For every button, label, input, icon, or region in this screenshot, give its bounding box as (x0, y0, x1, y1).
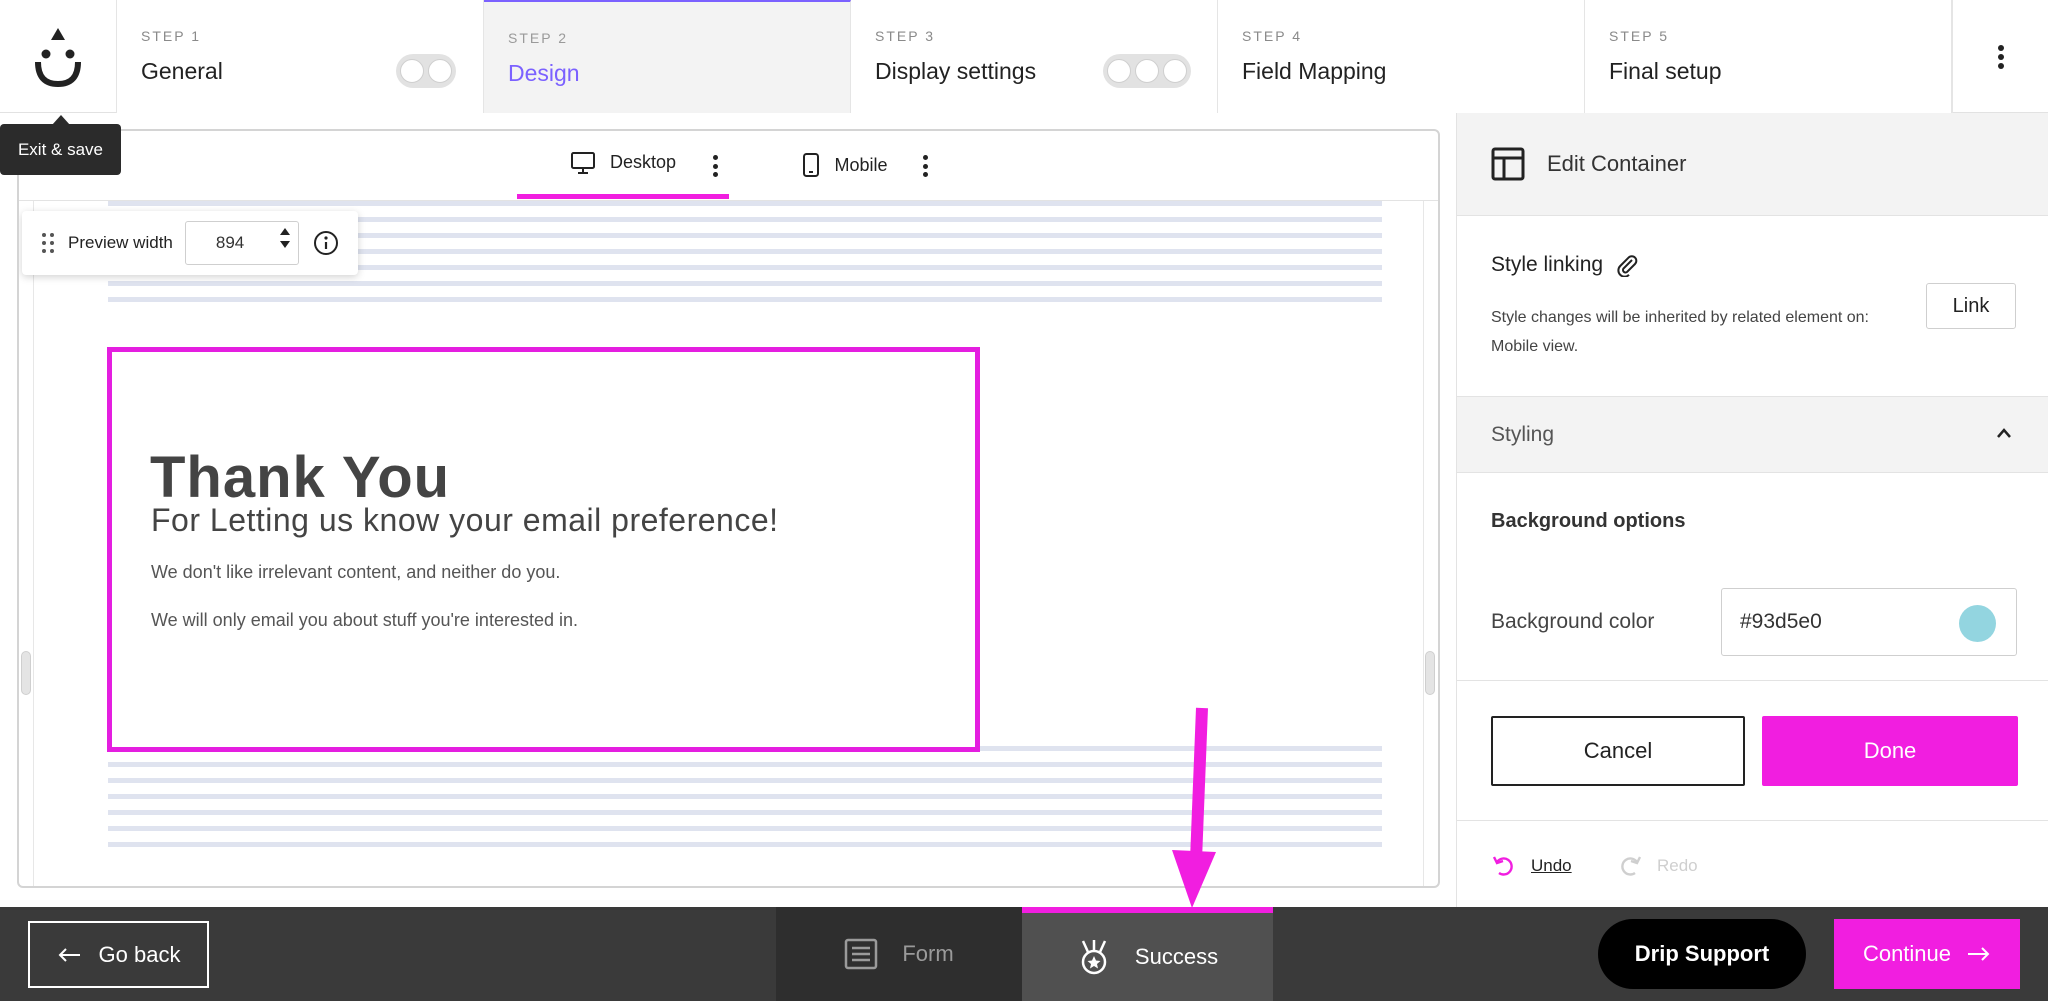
tab-label: Mobile (834, 154, 888, 175)
mobile-icon (803, 153, 820, 177)
divider (1457, 820, 2048, 821)
step-label: Final setup (1609, 58, 1722, 84)
resize-handle-right[interactable] (1425, 651, 1435, 695)
mobile-options-button[interactable] (915, 151, 935, 181)
undo-button[interactable]: Undo (1491, 853, 1572, 879)
desktop-icon (570, 151, 595, 174)
drip-logo[interactable] (0, 0, 117, 113)
tab-mobile[interactable]: Mobile (775, 131, 915, 199)
style-linking-heading: Style linking (1491, 253, 1639, 277)
step-field-mapping[interactable]: STEP 4 Field Mapping (1218, 0, 1585, 113)
background-options-heading: Background options (1491, 510, 1686, 532)
divider (1457, 680, 2048, 681)
thank-you-title: Thank You (150, 445, 451, 510)
step-design[interactable]: STEP 2 Design (484, 0, 851, 113)
drag-handle-icon[interactable] (42, 233, 54, 253)
redo-label: Redo (1657, 856, 1698, 875)
step-number: STEP 4 (1242, 28, 1302, 44)
preview-width-label: Preview width (68, 233, 173, 252)
step-label: General (141, 58, 223, 84)
styling-label: Styling (1491, 422, 1555, 446)
arrow-right-icon (1968, 947, 1990, 961)
go-back-button[interactable]: Go back (28, 921, 209, 988)
continue-button[interactable]: Continue (1834, 919, 2020, 989)
step-number: STEP 5 (1609, 28, 1669, 44)
step-number: STEP 1 (141, 28, 201, 44)
tab-form[interactable]: Form (776, 907, 1022, 1001)
thank-you-subtitle: For Letting us know your email preferenc… (151, 502, 779, 538)
exit-save-tooltip: Exit & save (0, 124, 121, 175)
link-button[interactable]: Link (1926, 283, 2016, 329)
tab-label: Desktop (609, 152, 677, 172)
thank-you-text-2: We will only email you about stuff you'r… (151, 610, 578, 630)
more-options-button[interactable] (1952, 0, 2048, 113)
step-general[interactable]: STEP 1 General (117, 0, 484, 113)
resize-handle-left[interactable] (21, 651, 31, 695)
cancel-button[interactable]: Cancel (1491, 716, 1745, 786)
chevron-up-icon (1997, 428, 2011, 438)
edit-panel: Edit Container Style linking Style chang… (1456, 113, 2048, 907)
styling-section-toggle[interactable]: Styling (1457, 396, 2048, 473)
step-progress-toggle (1103, 54, 1191, 88)
step-label: Display settings (875, 58, 1037, 84)
style-linking-label: Style linking (1491, 253, 1604, 276)
drip-support-button[interactable]: Drip Support (1598, 919, 1806, 989)
step-display-settings[interactable]: STEP 3 Display settings (851, 0, 1218, 113)
color-swatch[interactable] (1959, 605, 1996, 642)
undo-label: Undo (1531, 856, 1572, 875)
drip-logo-icon (35, 27, 81, 87)
undo-icon (1492, 856, 1513, 876)
step-final-setup[interactable]: STEP 5 Final setup (1585, 0, 1952, 113)
thank-you-container[interactable]: Thank You For Letting us know your email… (107, 347, 980, 752)
number-stepper[interactable] (279, 228, 290, 248)
thank-you-text-1: We don't like irrelevant content, and ne… (151, 562, 561, 582)
background-color-value: #93d5e0 (1740, 610, 1822, 633)
preview-width-input[interactable]: 894 (184, 221, 299, 265)
step-label: Design (508, 60, 580, 86)
container-icon (1491, 147, 1525, 181)
go-back-label: Go back (98, 941, 181, 967)
continue-label: Continue (1862, 941, 1952, 966)
device-toolbar: Desktop Mobile (19, 131, 1438, 201)
step-bar: STEP 1 General STEP 2 Design STEP 3 Disp… (0, 0, 2048, 113)
redo-icon (1621, 856, 1642, 876)
step-label: Field Mapping (1242, 58, 1387, 84)
success-badge-icon (1081, 940, 1107, 975)
background-color-input[interactable]: #93d5e0 (1721, 588, 2017, 656)
tab-desktop[interactable]: Desktop (517, 131, 729, 199)
desktop-options-button[interactable] (705, 151, 725, 181)
kebab-icon (1997, 44, 2004, 69)
panel-title: Edit Container (1547, 151, 1687, 176)
done-button[interactable]: Done (1762, 716, 2018, 786)
step-number: STEP 3 (875, 28, 935, 44)
tab-success[interactable]: Success (1022, 907, 1273, 1001)
info-icon[interactable] (313, 230, 339, 256)
step-number: STEP 2 (508, 30, 568, 46)
form-icon (845, 938, 878, 970)
annotation-arrow-icon (1172, 707, 1216, 908)
panel-header: Edit Container (1457, 113, 2048, 216)
tab-label: Form (902, 941, 954, 966)
tab-label: Success (1134, 944, 1219, 969)
redo-button[interactable]: Redo (1617, 853, 1698, 879)
style-linking-description: Style changes will be inherited by relat… (1491, 309, 1869, 355)
arrow-left-icon (58, 947, 80, 962)
preview-width-widget: Preview width 894 (22, 211, 358, 275)
bottom-bar: Go back Form Success Drip Support Contin… (0, 907, 2048, 1001)
paperclip-icon (1617, 255, 1638, 277)
step-progress-toggle (396, 54, 456, 88)
preview-width-value: 894 (215, 233, 245, 252)
background-color-label: Background color (1491, 610, 1655, 633)
